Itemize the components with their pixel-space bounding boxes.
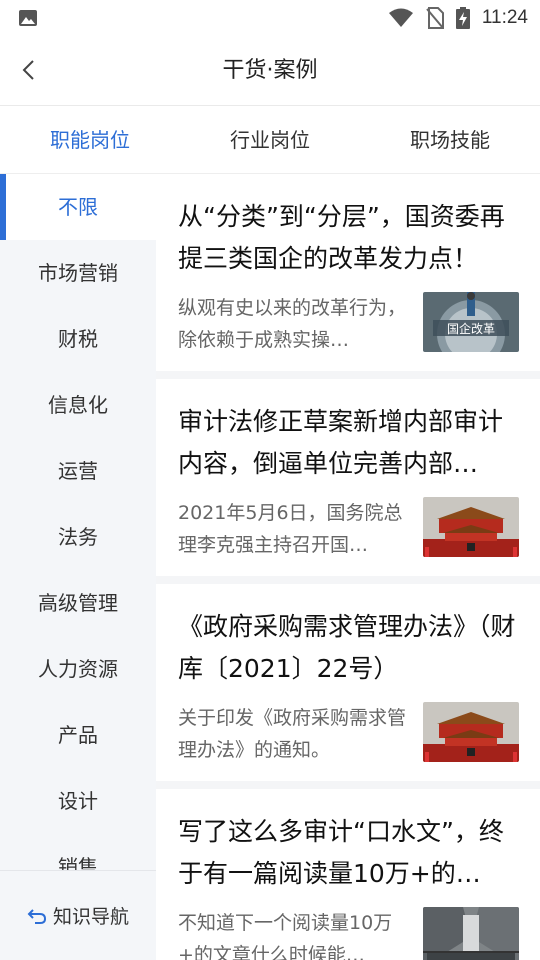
sidebar-item-finance-tax[interactable]: 财税 [0, 306, 156, 372]
no-sim-icon [426, 7, 444, 29]
article-card[interactable]: 从“分类”到“分层”，国资委再提三类国企的改革发力点！ 纵观有史以来的改革行为，… [156, 174, 540, 379]
tab-workplace-skills[interactable]: 职场技能 [360, 106, 540, 173]
knowledge-nav-label: 知识导航 [52, 906, 129, 928]
article-card[interactable]: 《政府采购需求管理办法》（财库〔2021〕22号） 关于印发《政府采购需求管理办… [156, 584, 540, 789]
sidebar-item-senior-management[interactable]: 高级管理 [0, 570, 156, 636]
article-summary: 关于印发《政府采购需求管理办法》的通知。 [178, 707, 407, 761]
sidebar-item-hr[interactable]: 人力资源 [0, 636, 156, 702]
image-notification-icon [19, 10, 37, 26]
article-summary: 2021年5月6日，国务院总理李克强主持召开国… [178, 502, 403, 556]
article-card[interactable]: 写了这么多审计“口水文”，终于有一篇阅读量10万+的… 不知道下一个阅读量10万… [156, 789, 540, 960]
category-tabs: 职能岗位 行业岗位 职场技能 [0, 106, 540, 174]
article-summary: 不知道下一个阅读量10万+的文章什么时候能… [178, 912, 393, 960]
sidebar-item-design[interactable]: 设计 [0, 768, 156, 834]
status-time: 11:24 [481, 7, 528, 28]
article-thumbnail [423, 702, 519, 762]
knowledge-nav-button[interactable]: 知识导航 [0, 870, 156, 960]
sidebar-item-it[interactable]: 信息化 [0, 372, 156, 438]
wifi-icon [388, 8, 413, 27]
article-thumbnail [423, 907, 519, 960]
sidebar-item-marketing[interactable]: 市场营销 [0, 240, 156, 306]
tab-industry-roles[interactable]: 行业岗位 [180, 106, 360, 173]
article-title: 从“分类”到“分层”，国资委再提三类国企的改革发力点！ [178, 202, 505, 273]
app-header: 干货·案例 [0, 36, 540, 106]
sidebar-item-operations[interactable]: 运营 [0, 438, 156, 504]
article-summary: 纵观有史以来的改革行为，除依赖于成熟实操… [178, 297, 407, 351]
article-title: 《政府采购需求管理办法》（财库〔2021〕22号） [178, 612, 516, 683]
battery-charging-icon [455, 7, 470, 29]
article-title: 写了这么多审计“口水文”，终于有一篇阅读量10万+的… [178, 817, 504, 888]
article-list: 从“分类”到“分层”，国资委再提三类国企的改革发力点！ 纵观有史以来的改革行为，… [156, 174, 540, 960]
article-title: 审计法修正草案新增内部审计内容，倒逼单位完善内部… [178, 407, 504, 478]
sidebar-item-product[interactable]: 产品 [0, 702, 156, 768]
status-bar: 11:24 [0, 0, 540, 36]
sidebar-item-legal[interactable]: 法务 [0, 504, 156, 570]
tab-functional-roles[interactable]: 职能岗位 [0, 106, 180, 173]
article-thumbnail [423, 497, 519, 557]
return-arrow-icon [27, 908, 46, 924]
page-title: 干货·案例 [222, 58, 318, 83]
article-card[interactable]: 审计法修正草案新增内部审计内容，倒逼单位完善内部… 2021年5月6日，国务院总… [156, 379, 540, 584]
sidebar: 不限 市场营销 财税 信息化 运营 法务 高级管理 人力资源 产品 设计 销售 [0, 174, 156, 870]
article-thumbnail: 国企改革 [423, 292, 519, 352]
sidebar-item-sales[interactable]: 销售 [0, 834, 156, 870]
thumbnail-caption: 国企改革 [447, 321, 495, 336]
sidebar-item-unlimited[interactable]: 不限 [0, 174, 156, 240]
